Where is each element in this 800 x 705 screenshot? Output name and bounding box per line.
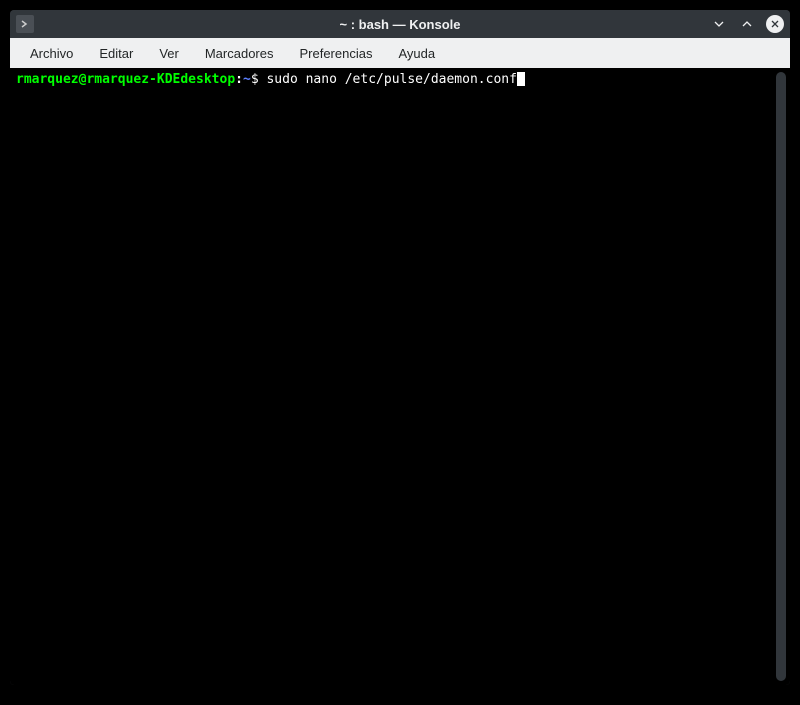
prompt-separator: : xyxy=(235,72,243,87)
terminal-cursor xyxy=(517,72,525,86)
menu-ver[interactable]: Ver xyxy=(147,42,191,65)
scrollbar[interactable] xyxy=(776,72,786,681)
terminal-content[interactable]: rmarquez@rmarquez-KDEdesktop:~$ sudo nan… xyxy=(10,68,776,685)
window-title: ~ : bash — Konsole xyxy=(340,17,461,32)
menu-archivo[interactable]: Archivo xyxy=(18,42,85,65)
chevron-down-icon xyxy=(712,17,726,31)
close-button[interactable] xyxy=(766,15,784,33)
terminal-area[interactable]: rmarquez@rmarquez-KDEdesktop:~$ sudo nan… xyxy=(10,68,790,685)
konsole-window: ~ : bash — Konsole Archivo Editar Ver Ma… xyxy=(10,10,790,685)
titlebar[interactable]: ~ : bash — Konsole xyxy=(10,10,790,38)
minimize-button[interactable] xyxy=(710,15,728,33)
prompt-user-host: rmarquez@rmarquez-KDEdesktop xyxy=(16,72,235,87)
window-controls xyxy=(710,15,784,33)
maximize-button[interactable] xyxy=(738,15,756,33)
menu-preferencias[interactable]: Preferencias xyxy=(287,42,384,65)
close-icon xyxy=(770,19,780,29)
app-icon xyxy=(16,15,34,33)
menu-marcadores[interactable]: Marcadores xyxy=(193,42,286,65)
menu-editar[interactable]: Editar xyxy=(87,42,145,65)
chevron-up-icon xyxy=(740,17,754,31)
command-text: sudo nano /etc/pulse/daemon.conf xyxy=(259,72,517,87)
menu-ayuda[interactable]: Ayuda xyxy=(386,42,447,65)
prompt-symbol: $ xyxy=(251,72,259,87)
menubar: Archivo Editar Ver Marcadores Preferenci… xyxy=(10,38,790,68)
prompt-path: ~ xyxy=(243,72,251,87)
